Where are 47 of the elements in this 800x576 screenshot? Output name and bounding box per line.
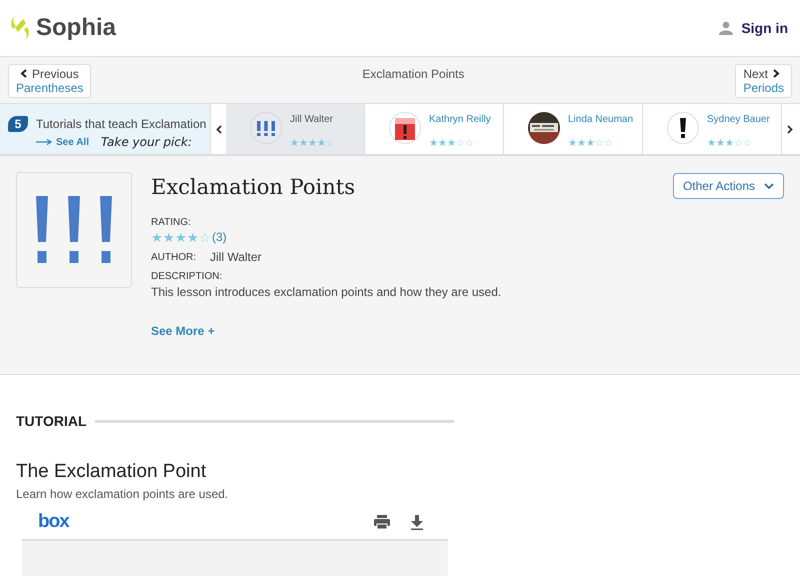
author-name: Kathryn Reilly <box>429 114 491 125</box>
star-rating: ★★★☆☆ <box>707 139 753 149</box>
field-label: RATING: <box>151 217 192 228</box>
star-rating: ★★★★☆ <box>151 230 211 244</box>
tutorial-title: The Exclamation Point <box>16 461 208 483</box>
lesson-title: Exclamation Points <box>151 175 355 199</box>
tutorial-card[interactable]: Jill Walter ★★★★☆ <box>226 104 365 154</box>
field-label: DESCRIPTION: <box>151 271 224 282</box>
chevron-right-icon <box>772 69 780 78</box>
see-more-link[interactable]: See More + <box>151 324 215 338</box>
previous-button[interactable]: Previous Parentheses <box>8 64 92 98</box>
logo[interactable]: Sophia <box>10 14 116 42</box>
description-text: This lesson introduces exclamation points and how they are used. <box>151 285 502 299</box>
strip-heading: Tutorials that teach Exclamation <box>36 117 206 131</box>
author-name: Linda Neuman <box>568 114 634 125</box>
logo-icon <box>10 14 30 42</box>
star-rating: ★★★★☆ <box>290 139 335 149</box>
chevron-down-icon <box>764 182 774 190</box>
star-rating: ★★★☆☆ <box>429 139 475 149</box>
see-all-link[interactable]: See All <box>36 136 89 148</box>
viewer-logo: box <box>38 511 69 533</box>
next-button[interactable]: Next Periods <box>735 64 792 98</box>
warning-sign-icon <box>389 112 421 144</box>
pick-text: Take your pick: <box>100 135 192 149</box>
logo-text: Sophia <box>36 14 116 42</box>
field-label: AUTHOR: <box>151 252 196 262</box>
tutorial-subtitle: Learn how exclamation points are used. <box>16 487 230 501</box>
print-icon[interactable] <box>374 514 390 528</box>
chevron-left-icon <box>20 69 28 78</box>
author-name: Jill Walter <box>210 250 262 264</box>
chevron-left-icon <box>216 124 222 134</box>
other-actions-button[interactable]: Other Actions <box>672 173 784 199</box>
section-label: TUTORIAL <box>16 413 87 429</box>
arrow-right-icon <box>36 139 52 145</box>
rating-count[interactable]: (3) <box>212 230 227 244</box>
star-rating: ★★★☆☆ <box>568 139 614 149</box>
exclamation-marks-icon <box>250 112 282 144</box>
count-badge: 5 <box>8 116 28 132</box>
author-name: Sydney Bauer <box>707 114 770 125</box>
page-title: Exclamation Points <box>362 67 464 81</box>
exclamation-icon <box>667 112 699 144</box>
chevron-right-icon <box>786 124 792 134</box>
author-name: Jill Walter <box>290 114 334 125</box>
download-icon[interactable] <box>410 514 424 530</box>
sign-in-link[interactable]: Sign in <box>719 20 788 36</box>
user-icon <box>719 21 734 35</box>
exclamation-marks-icon <box>34 196 114 264</box>
